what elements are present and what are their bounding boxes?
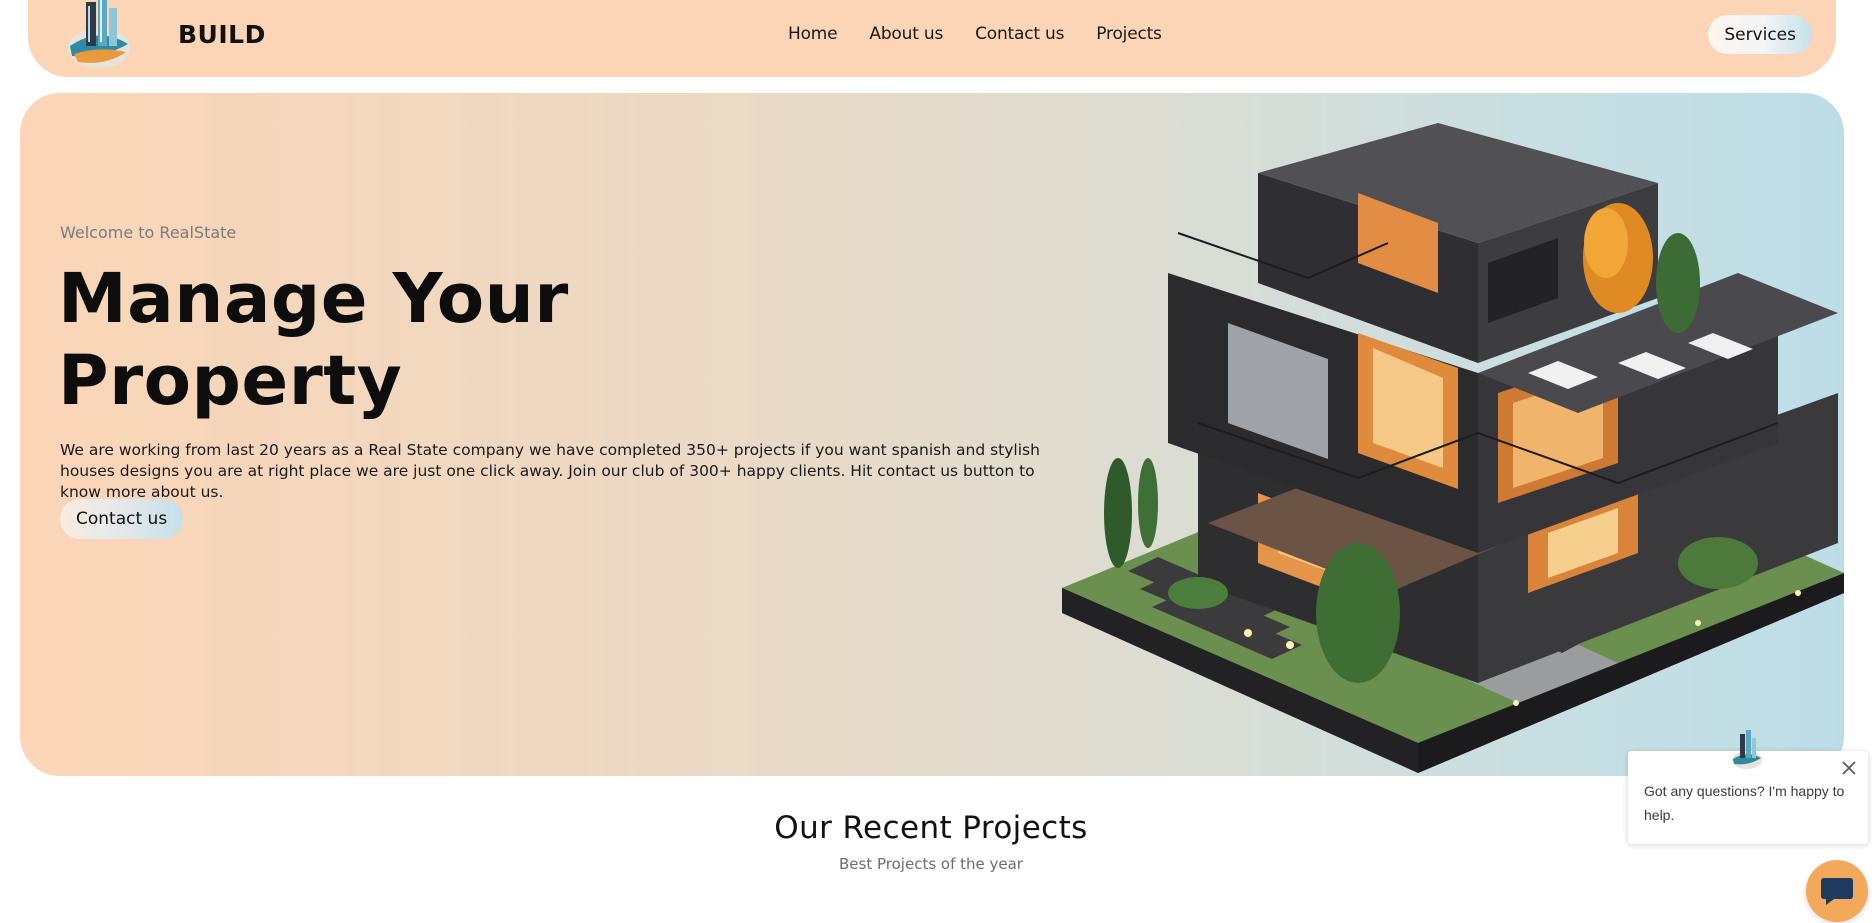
close-icon[interactable] <box>1840 759 1858 777</box>
hero-eyebrow: Welcome to RealState <box>60 223 237 242</box>
brand-name: BUILD <box>178 20 266 49</box>
contact-us-button[interactable]: Contact us <box>60 499 184 539</box>
main-nav: Home About us Contact us Projects <box>788 24 1162 44</box>
hero-description: We are working from last 20 years as a R… <box>60 441 1040 501</box>
chat-launcher-button[interactable] <box>1806 860 1868 922</box>
top-navbar: BUILD Home About us Contact us Projects … <box>28 0 1836 77</box>
chat-message: Got any questions? I'm happy to help. <box>1644 783 1845 823</box>
nav-link-about[interactable]: About us <box>869 24 943 44</box>
nav-link-home[interactable]: Home <box>788 24 838 44</box>
nav-link-projects[interactable]: Projects <box>1096 24 1162 44</box>
projects-section-subtitle: Best Projects of the year <box>839 855 1023 873</box>
brand-logo[interactable]: BUILD <box>64 0 266 77</box>
modern-house-image <box>1062 123 1844 773</box>
hero-section: Welcome to RealState Manage Your Propert… <box>20 93 1844 776</box>
chat-avatar-icon <box>1732 730 1762 769</box>
chat-bubble-icon <box>1821 878 1853 905</box>
building-globe-logo-icon <box>68 0 130 68</box>
hero-title: Manage Your Property <box>58 259 569 421</box>
nav-link-contact[interactable]: Contact us <box>975 24 1064 44</box>
projects-section-title: Our Recent Projects <box>774 810 1088 846</box>
services-button[interactable]: Services <box>1708 15 1812 54</box>
